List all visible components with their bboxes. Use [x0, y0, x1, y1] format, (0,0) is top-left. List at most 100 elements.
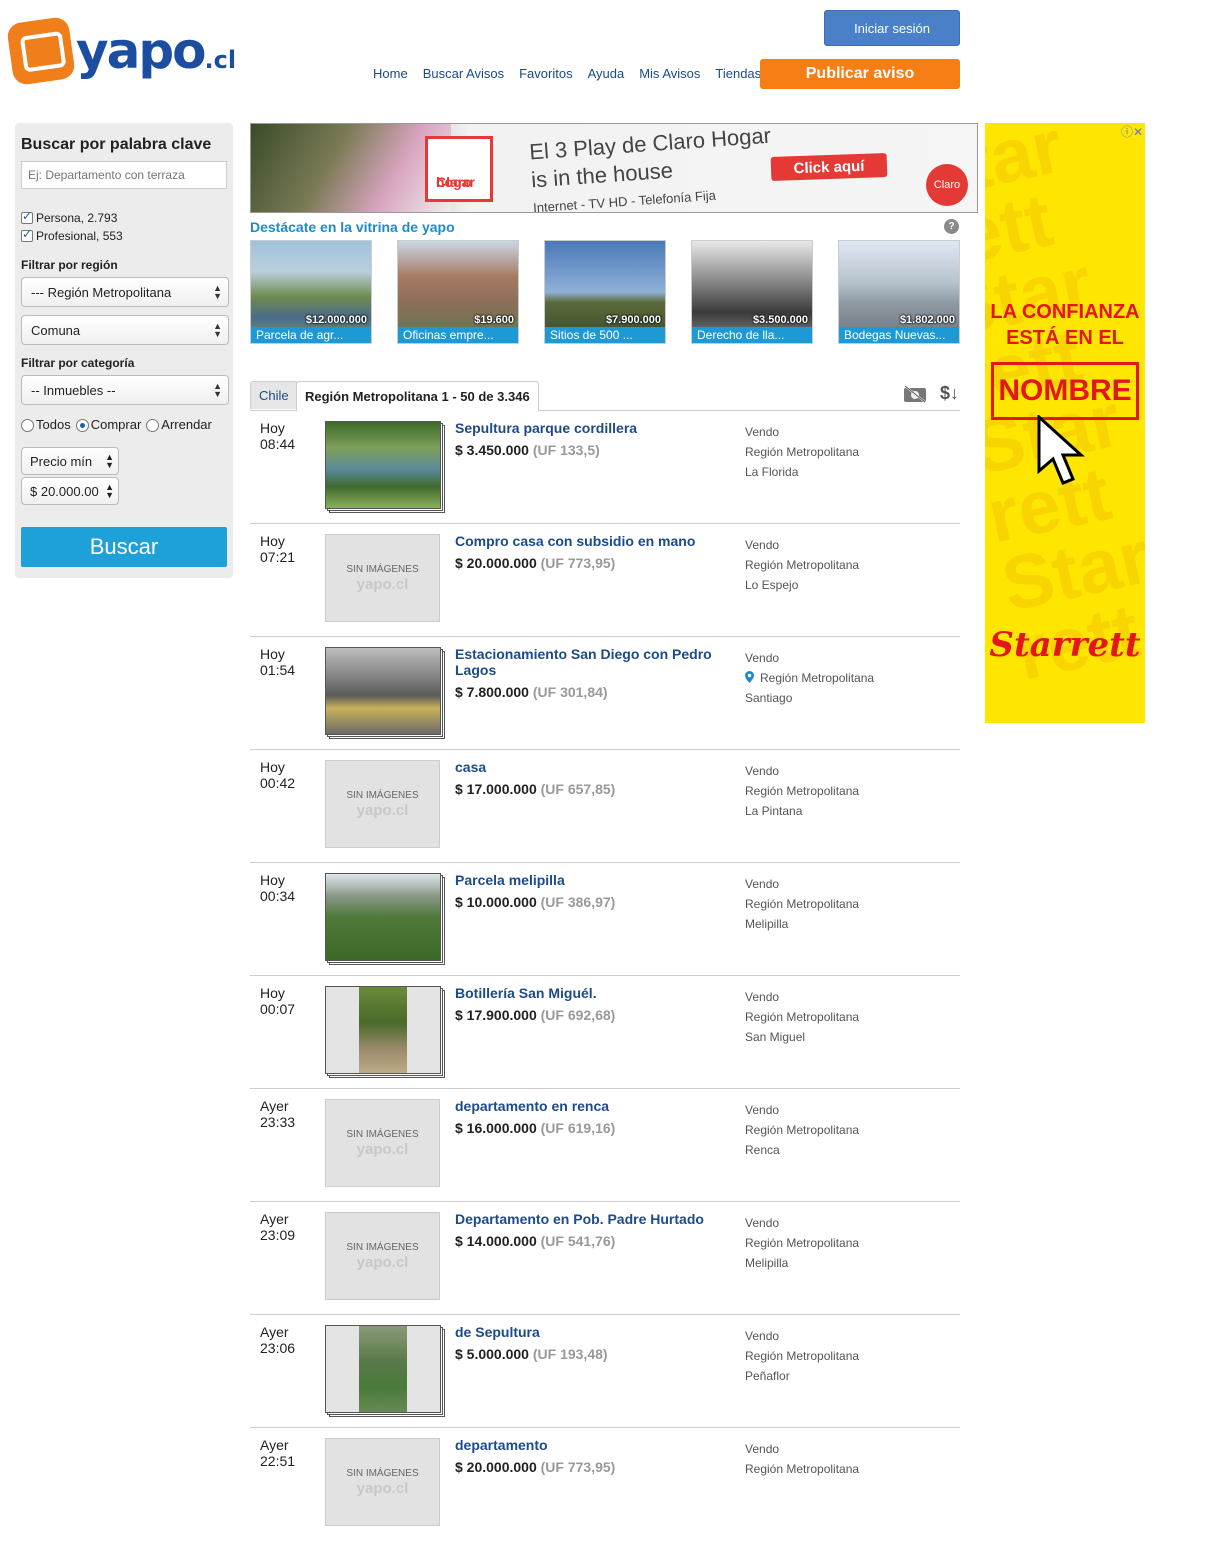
- listing-row[interactable]: Hoy 00:34 Parcela melipilla $ 10.000.000 …: [250, 863, 960, 976]
- region-select[interactable]: --- Región Metropolitana ▲ ▼: [21, 277, 229, 307]
- checkbox-icon[interactable]: [21, 227, 33, 242]
- nav-favoritos[interactable]: Favoritos: [519, 66, 572, 81]
- listing-meta: Vendo Región Metropolitana La Pintana: [745, 764, 860, 818]
- listing-thumbnail[interactable]: [325, 421, 445, 513]
- logo-icon: [5, 15, 77, 87]
- listing-row[interactable]: Hoy 00:07 Botillería San Miguél. $ 17.900…: [250, 976, 960, 1089]
- listing-title[interactable]: Botillería San Miguél.: [455, 985, 730, 1001]
- listing-price: $ 17.900.000 (UF 692,68): [455, 1007, 616, 1023]
- adchoices-icon[interactable]: ⓘ✕: [1121, 123, 1143, 140]
- vitrina-item[interactable]: $19.600 Oficinas empre...: [397, 240, 519, 344]
- listing-meta: Vendo Región Metropolitana Melipilla: [745, 877, 860, 931]
- vitrina-item[interactable]: $7.900.000 Sitios de 500 ...: [544, 240, 666, 344]
- transaction-radio-group: Todos Comprar Arrendar: [21, 417, 212, 433]
- select-arrows-icon: ▲ ▼: [105, 482, 114, 500]
- listing-row[interactable]: Ayer 22:51 SIN IMÁGENES yapo.cl departamen…: [250, 1428, 960, 1541]
- logo-wordmark: yapo.cl: [76, 22, 237, 80]
- main-nav: Home Buscar Avisos Favoritos Ayuda Mis A…: [373, 66, 761, 81]
- radio-arrendar[interactable]: Arrendar: [146, 417, 212, 433]
- listing-thumbnail[interactable]: [325, 873, 445, 965]
- checkbox-profesional[interactable]: Profesional, 553: [21, 227, 123, 243]
- ad-boxed-word: NOMBRE: [991, 362, 1139, 420]
- listing-price: $ 16.000.000 (UF 619,16): [455, 1120, 616, 1136]
- listing-title[interactable]: Parcela melipilla: [455, 872, 730, 888]
- side-banner-ad[interactable]: StarrettStarrettStarrettStarrett ⓘ✕ LA C…: [985, 123, 1145, 723]
- listing-row[interactable]: Hoy 08:44 Sepultura parque cordillera $ 3…: [250, 411, 960, 524]
- listing-title[interactable]: departamento: [455, 1437, 730, 1453]
- mouse-cursor-icon: [1037, 415, 1085, 485]
- listing-title[interactable]: de Sepultura: [455, 1324, 730, 1340]
- region-filter-label: Filtrar por región: [21, 258, 118, 272]
- nav-tiendas[interactable]: Tiendas: [715, 66, 761, 81]
- keyword-search-input[interactable]: [21, 161, 227, 189]
- claro-hogar-logo: Claro hogar: [425, 136, 493, 202]
- listing-thumbnail[interactable]: [325, 986, 445, 1078]
- listing-meta: Vendo Región Metropolitana Santiago: [745, 651, 875, 705]
- listing-thumbnail[interactable]: [325, 1325, 445, 1417]
- claro-logo: Claro: [926, 164, 968, 206]
- no-image-placeholder[interactable]: SIN IMÁGENES yapo.cl: [325, 534, 440, 622]
- listing-row[interactable]: Ayer 23:09 SIN IMÁGENES yapo.cl Departamen…: [250, 1202, 960, 1315]
- yapo-logo[interactable]: yapo.cl: [5, 15, 240, 87]
- nav-mis-avisos[interactable]: Mis Avisos: [639, 66, 700, 81]
- listing-price: $ 14.000.000 (UF 541,76): [455, 1233, 616, 1249]
- nav-buscar-avisos[interactable]: Buscar Avisos: [423, 66, 504, 81]
- listing-row[interactable]: Hoy 01:54 Estacionamiento San Diego con P…: [250, 637, 960, 750]
- comuna-select[interactable]: Comuna ▲ ▼: [21, 315, 229, 345]
- listing-price: $ 3.450.000 (UF 133,5): [455, 442, 600, 458]
- listing-thumbnail[interactable]: [325, 647, 445, 739]
- select-arrows-icon: ▲ ▼: [213, 321, 222, 339]
- tab-chile[interactable]: Chile: [250, 381, 298, 409]
- listing-title[interactable]: Compro casa con subsidio en mano: [455, 533, 730, 549]
- map-pin-icon: [745, 671, 754, 683]
- help-icon[interactable]: ?: [944, 219, 959, 234]
- nav-home[interactable]: Home: [373, 66, 408, 81]
- sort-by-price-icon[interactable]: $↓: [940, 383, 959, 404]
- ad-slogan: El 3 Play de Claro Hogar is in the house…: [528, 123, 772, 213]
- listing-row[interactable]: Ayer 23:33 SIN IMÁGENES yapo.cl departamen…: [250, 1089, 960, 1202]
- listing-title[interactable]: casa: [455, 759, 730, 775]
- radio-todos[interactable]: Todos: [21, 417, 71, 433]
- category-filter-label: Filtrar por categoría: [21, 356, 135, 370]
- no-image-placeholder[interactable]: SIN IMÁGENES yapo.cl: [325, 760, 440, 848]
- top-banner-ad[interactable]: Claro hogar El 3 Play de Claro Hogar is i…: [250, 123, 978, 213]
- tab-region-metropolitana[interactable]: Región Metropolitana 1 - 50 de 3.346: [296, 381, 539, 411]
- listing-title[interactable]: departamento en renca: [455, 1098, 730, 1114]
- no-image-placeholder[interactable]: SIN IMÁGENES yapo.cl: [325, 1099, 440, 1187]
- checkbox-icon[interactable]: [21, 209, 33, 224]
- price-min-select[interactable]: Precio mín ▲ ▼: [21, 447, 119, 475]
- category-select[interactable]: -- Inmuebles -- ▲ ▼: [21, 375, 229, 405]
- price-max-select[interactable]: $ 20.000.00 ▲ ▼: [21, 477, 119, 505]
- camera-off-icon[interactable]: [903, 385, 927, 403]
- ad-cta-button[interactable]: Click aquí: [770, 152, 888, 182]
- listing-row[interactable]: Hoy 00:42 SIN IMÁGENES yapo.cl casa $ 17.0…: [250, 750, 960, 863]
- vitrina-item[interactable]: $3.500.000 Derecho de lla...: [691, 240, 813, 344]
- listing-meta: Vendo Región Metropolitana Peñaflor: [745, 1329, 860, 1383]
- listing-title[interactable]: Sepultura parque cordillera: [455, 420, 730, 436]
- listing-row[interactable]: Hoy 07:21 SIN IMÁGENES yapo.cl Compro casa…: [250, 524, 960, 637]
- listing-meta: Vendo Región Metropolitana Renca: [745, 1103, 860, 1157]
- listing-meta: Vendo Región Metropolitana Melipilla: [745, 1216, 860, 1270]
- listing-meta: Vendo Región Metropolitana: [745, 1442, 860, 1476]
- vitrina-title[interactable]: Destácate en la vitrina de yapo: [250, 219, 455, 235]
- listing-price: $ 10.000.000 (UF 386,97): [455, 894, 616, 910]
- vitrina-item[interactable]: $1.802.000 Bodegas Nuevas...: [838, 240, 960, 344]
- listing-price: $ 20.000.000 (UF 773,95): [455, 1459, 616, 1475]
- vitrina-item[interactable]: $12.000.000 Parcela de agr...: [250, 240, 372, 344]
- no-image-placeholder[interactable]: SIN IMÁGENES yapo.cl: [325, 1438, 440, 1526]
- select-arrows-icon: ▲ ▼: [105, 452, 114, 470]
- listing-meta: Vendo Región Metropolitana La Florida: [745, 425, 860, 479]
- no-image-placeholder[interactable]: SIN IMÁGENES yapo.cl: [325, 1212, 440, 1300]
- sidebar-title: Buscar por palabra clave: [21, 136, 212, 153]
- nav-ayuda[interactable]: Ayuda: [588, 66, 625, 81]
- publish-ad-button[interactable]: Publicar aviso: [760, 59, 960, 89]
- ad-headline: LA CONFIANZA ESTÁ EN EL: [990, 301, 1140, 349]
- listing-title[interactable]: Estacionamiento San Diego con Pedro Lago…: [455, 646, 730, 678]
- listing-title[interactable]: Departamento en Pob. Padre Hurtado: [455, 1211, 730, 1227]
- search-sidebar: Buscar por palabra clave Persona, 2.793 …: [15, 123, 233, 578]
- search-button[interactable]: Buscar: [21, 527, 227, 567]
- login-button[interactable]: Iniciar sesión: [824, 10, 960, 46]
- checkbox-persona[interactable]: Persona, 2.793: [21, 209, 117, 225]
- listing-row[interactable]: Ayer 23:06 de Sepultura $ 5.000.000 (UF 1…: [250, 1315, 960, 1428]
- radio-comprar[interactable]: Comprar: [75, 417, 141, 433]
